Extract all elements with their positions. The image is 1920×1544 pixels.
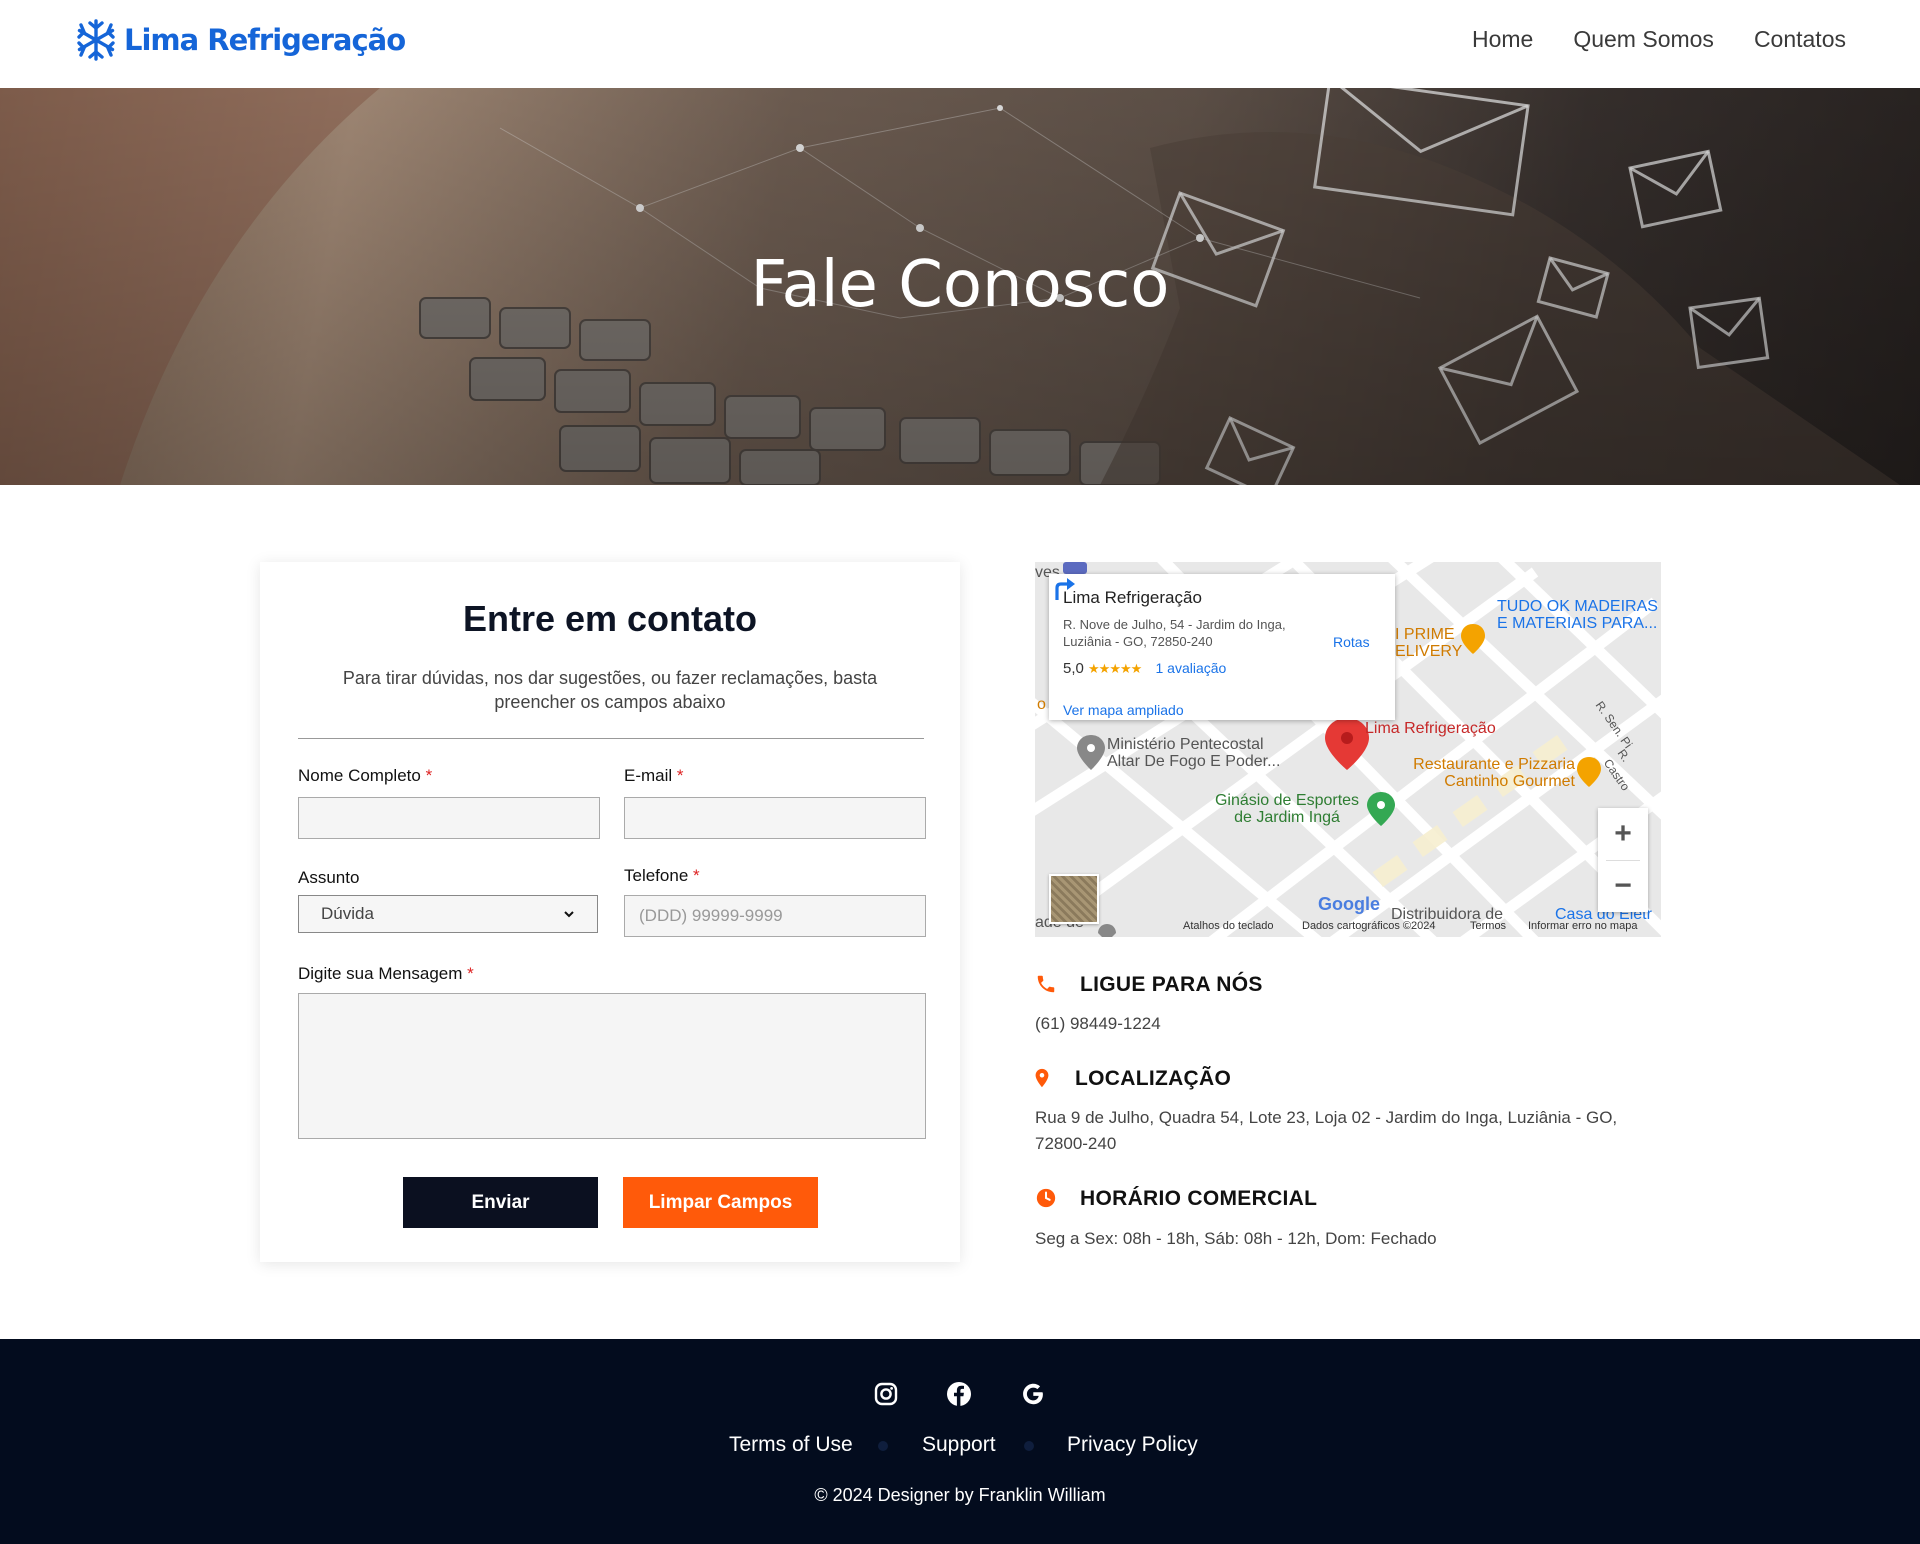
facebook-icon[interactable] [946,1381,972,1407]
rating-value: 5,0 [1063,660,1084,677]
nav-contatos[interactable]: Contatos [1754,26,1846,53]
privacy-policy-link[interactable]: Privacy Policy [1067,1433,1198,1457]
snowflake-icon [77,19,115,61]
satellite-toggle[interactable] [1049,874,1099,924]
email-label-text: E-mail [624,766,673,785]
nav-home[interactable]: Home [1472,26,1533,53]
zoom-in-button[interactable]: + [1598,808,1648,860]
email-label: E-mail * [624,766,684,786]
message-textarea[interactable] [298,993,926,1139]
phone-title: LIGUE PARA NÓS [1080,973,1263,996]
map-label-o: o [1037,696,1046,713]
terms-of-use-link[interactable]: Terms of Use [729,1433,853,1457]
phone-icon [1037,975,1055,993]
map-label-ginasio: Ginásio de Esportes de Jardim Ingá [1214,792,1360,826]
required-mark: * [425,766,433,785]
map-zoom-controls: + − [1598,808,1648,912]
chevron-down-icon [564,911,574,918]
phone-input[interactable]: (DDD) 99999-9999 [624,895,926,937]
map-label-prime: I PRIME ELIVERY [1395,626,1463,660]
nav-quem-somos[interactable]: Quem Somos [1573,26,1714,53]
main-nav: Home Quem Somos Contatos [1472,26,1846,53]
map-label-lima: Lima Refrigeração [1365,720,1496,737]
required-mark: * [676,766,684,785]
google-logo: Google [1318,894,1380,914]
report-error-link[interactable]: Informar erro no mapa [1528,920,1637,932]
map-label-restaurante: Restaurante e Pizzaria Cantinho Gourmet [1413,756,1575,790]
logo[interactable]: Lima Refrigeração [74,16,406,64]
contact-form-card: Entre em contato Para tirar dúvidas, nos… [260,562,960,1262]
site-footer: Terms of Use Support Privacy Policy © 20… [0,1339,1920,1544]
logo-text: Lima Refrigeração [124,23,406,57]
message-label-text: Digite sua Mensagem [298,964,463,983]
footer-separator-dot [878,1441,888,1451]
footer-separator-dot [1024,1441,1034,1451]
form-subtitle: Para tirar dúvidas, nos dar sugestões, o… [342,668,878,712]
copyright-text: © 2024 Designer by Franklin William [814,1485,1106,1505]
name-label-text: Nome Completo [298,766,421,785]
rating-stars-icon: ★★★★★ [1088,661,1142,676]
submit-button[interactable]: Enviar [403,1177,598,1228]
map-label-tudo-ok: TUDO OK MADEIRAS E MATERIAIS PARA... [1497,598,1658,632]
subject-selected-value: Dúvida [321,904,374,923]
map-label-ministerio: Ministério Pentecostal Altar De Fogo E P… [1107,736,1281,770]
map-rating: 5,0 ★★★★★ 1 avaliação [1063,660,1226,677]
subject-select[interactable]: Dúvida [298,895,598,933]
location-title: LOCALIZAÇÃO [1075,1067,1232,1090]
support-link[interactable]: Support [922,1433,996,1457]
name-label: Nome Completo * [298,766,432,786]
form-divider [298,738,924,739]
hours-title: HORÁRIO COMERCIAL [1080,1187,1318,1210]
map-info-card: Lima Refrigeração R. Nove de Julho, 54 -… [1049,574,1395,720]
subject-label: Assunto [298,868,360,887]
business-hours: Seg a Sex: 08h - 18h, Sáb: 08h - 12h, Do… [1035,1229,1437,1248]
instagram-icon[interactable] [873,1381,899,1407]
phone-number[interactable]: (61) 98449-1224 [1035,1011,1161,1037]
form-title: Entre em contato [462,598,758,639]
phone-label: Telefone * [624,866,700,886]
phone-placeholder: (DDD) 99999-9999 [639,906,783,925]
reviews-link[interactable]: 1 avaliação [1155,660,1226,676]
keyboard-shortcuts-link[interactable]: Atalhos do teclado [1183,920,1274,932]
clear-button[interactable]: Limpar Campos [623,1177,818,1228]
required-mark: * [467,964,474,983]
directions-icon[interactable] [1049,574,1077,602]
zoom-out-button[interactable]: − [1598,860,1648,912]
location-address: Rua 9 de Julho, Quadra 54, Lote 23, Loja… [1035,1108,1618,1153]
map-place-name: Lima Refrigeração [1063,588,1202,607]
embedded-map[interactable]: TUDO OK MADEIRAS E MATERIAIS PARA... I P… [1035,562,1661,937]
name-input[interactable] [298,797,600,839]
phone-label-text: Telefone [624,866,689,885]
clock-icon [1036,1188,1056,1208]
larger-map-link[interactable]: Ver mapa ampliado [1063,702,1184,718]
email-input[interactable] [624,797,926,839]
message-label: Digite sua Mensagem * [298,964,474,984]
required-mark: * [693,866,700,885]
page-title: Fale Conosco [750,248,1170,322]
location-pin-icon [1035,1068,1049,1088]
site-header: Lima Refrigeração Home Quem Somos Contat… [0,0,1920,88]
terms-link[interactable]: Termos [1470,920,1506,932]
map-place-address: R. Nove de Julho, 54 - Jardim do Inga, L… [1063,617,1286,649]
google-icon[interactable] [1020,1381,1046,1407]
directions-label[interactable]: Rotas [1333,634,1370,650]
map-data-attribution: Dados cartográficos ©2024 [1302,920,1436,932]
hero-banner: Fale Conosco [0,88,1920,485]
